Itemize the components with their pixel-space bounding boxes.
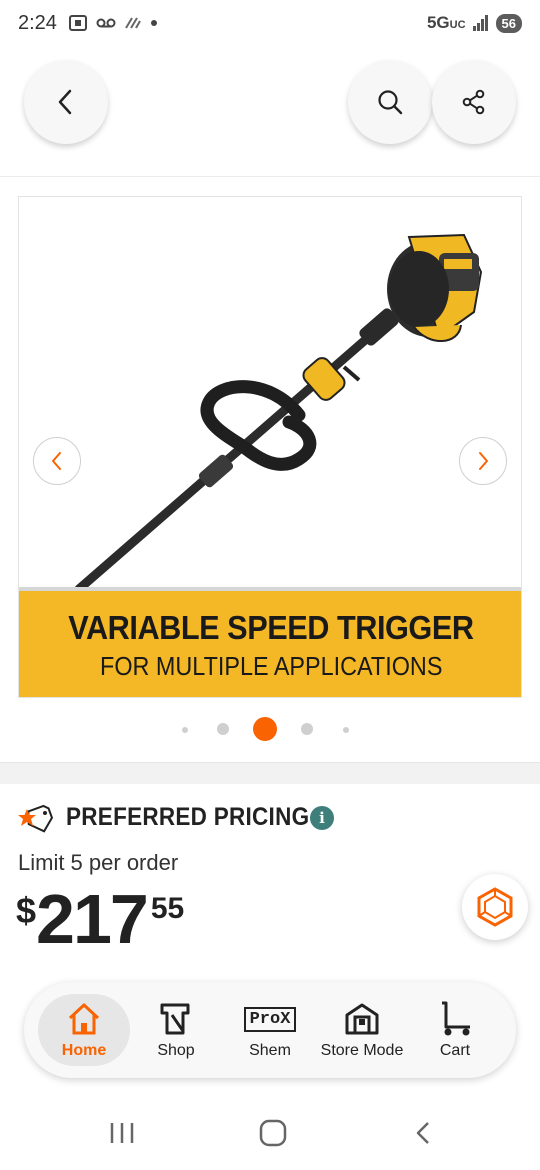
- voicemail-icon: [96, 18, 116, 28]
- chevron-left-icon: [58, 89, 72, 115]
- nav-prox[interactable]: ProX Shem: [224, 982, 316, 1078]
- purchase-limit: Limit 5 per order: [18, 850, 179, 875]
- system-navigation-bar: [0, 1096, 540, 1170]
- prox-icon-text: ProX: [243, 1006, 297, 1032]
- nav-store-mode[interactable]: Store Mode: [314, 982, 410, 1078]
- hexagon-logo-icon: [477, 887, 513, 927]
- banner-headline: VARIABLE SPEED TRIGGER: [68, 608, 474, 646]
- preferred-pricing-label: PREFERRED PRICING: [66, 802, 310, 831]
- status-time: 2:24: [18, 12, 57, 34]
- nav-home[interactable]: Home: [36, 982, 132, 1078]
- store-icon: [343, 1000, 381, 1038]
- pagination-dot[interactable]: [217, 723, 229, 735]
- search-button[interactable]: [348, 60, 432, 144]
- nav-cart[interactable]: Cart: [410, 982, 500, 1078]
- nav-shop[interactable]: Shop: [130, 982, 222, 1078]
- nav-store-mode-label: Store Mode: [320, 1042, 404, 1059]
- nav-cart-label: Cart: [439, 1042, 471, 1059]
- prox-icon: ProX: [243, 1000, 297, 1038]
- product-image: [74, 233, 483, 589]
- nav-prox-label: Shem: [249, 1042, 291, 1059]
- shop-icon: [158, 1000, 194, 1038]
- share-button[interactable]: [432, 60, 516, 144]
- signal-icon: [472, 15, 488, 31]
- nav-home-label: Home: [61, 1042, 107, 1059]
- header-divider: [0, 176, 540, 177]
- home-icon: [66, 1000, 102, 1038]
- share-icon: [462, 89, 485, 115]
- bottom-navigation: Home Shop ProX Shem Store Mode Cart: [24, 982, 516, 1078]
- search-icon: [378, 90, 403, 115]
- recent-apps-icon[interactable]: [108, 1120, 136, 1146]
- status-bar: 2:24 5GUC 56: [0, 0, 540, 50]
- cart-icon: [436, 1000, 474, 1038]
- screenshot-icon: [69, 15, 87, 31]
- promo-banner: VARIABLE SPEED TRIGGER FOR MULTIPLE APPL…: [19, 587, 521, 697]
- status-notification-icons: [68, 14, 158, 32]
- price-whole: 217: [36, 880, 149, 958]
- pagination-dot-active[interactable]: [253, 717, 277, 741]
- preferred-pricing-row: PREFERRED PRICING: [18, 800, 336, 834]
- price: $ 217 55: [16, 884, 184, 954]
- assistant-button[interactable]: [462, 874, 528, 940]
- section-divider: [0, 762, 540, 784]
- back-system-icon[interactable]: [412, 1120, 434, 1146]
- dot-icon: [151, 20, 157, 26]
- banner-subline: FOR MULTIPLE APPLICATIONS: [99, 650, 443, 681]
- nav-shop-label: Shop: [157, 1042, 195, 1059]
- info-icon[interactable]: i: [310, 806, 334, 830]
- wifi-calling-icon: [125, 17, 141, 29]
- gallery-next-button[interactable]: [459, 437, 507, 485]
- back-button[interactable]: [24, 60, 108, 144]
- network-label: 5GUC: [426, 13, 466, 32]
- gallery-pagination: [0, 717, 540, 741]
- price-currency: $: [16, 890, 37, 931]
- status-right: 5GUC 56: [427, 13, 522, 33]
- chevron-left-icon: [52, 452, 61, 470]
- home-system-icon[interactable]: [258, 1119, 288, 1147]
- pagination-dot[interactable]: [182, 727, 188, 733]
- chevron-right-icon: [479, 452, 488, 470]
- pagination-dot[interactable]: [301, 723, 313, 735]
- price-tag-icon: [18, 804, 54, 833]
- price-cents: 55: [150, 892, 185, 925]
- battery-icon: 56: [495, 13, 522, 33]
- pagination-dot[interactable]: [343, 727, 349, 733]
- product-image-gallery[interactable]: VARIABLE SPEED TRIGGER FOR MULTIPLE APPL…: [18, 196, 522, 698]
- gallery-prev-button[interactable]: [33, 437, 81, 485]
